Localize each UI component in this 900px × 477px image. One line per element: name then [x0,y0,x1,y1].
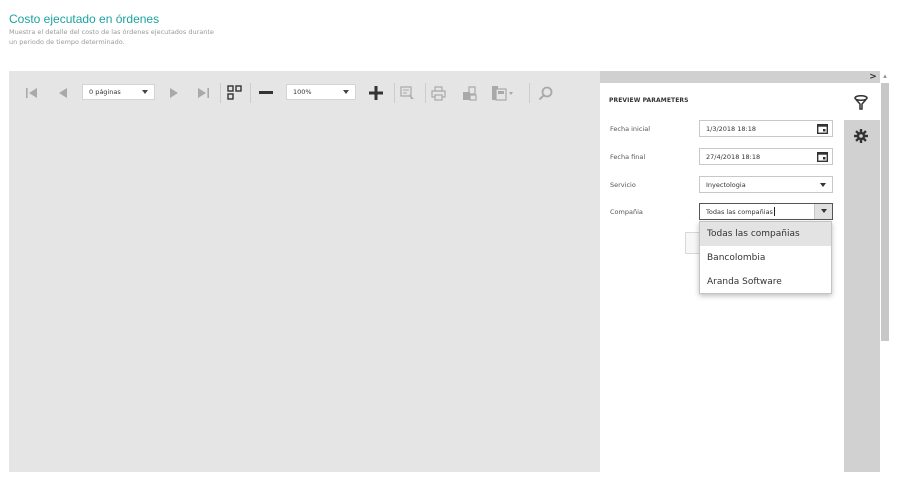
page-select-value: 0 páginas [89,88,121,96]
fecha-inicial-field[interactable]: 1/3/2018 18:18 [699,120,833,137]
print-icon[interactable] [429,84,447,102]
sidebar-gray-area [844,120,880,472]
report-header: Costo ejecutado en órdenes Muestra el de… [9,12,224,47]
fecha-final-value: 27/4/2018 18:18 [706,152,761,161]
viewer-toolbar: 0 páginas 100% [9,71,600,115]
compania-select[interactable]: Todas las compañias [699,203,833,220]
zoom-select[interactable]: 100% [286,84,356,100]
param-label-fecha-final: Fecha final [610,153,646,161]
highlight-icon[interactable] [398,84,416,102]
print-page-icon[interactable] [460,84,478,102]
toolbar-divider [220,83,221,103]
dropdown-option[interactable]: Todas las compañias [700,222,831,246]
toolbar-divider [394,83,395,103]
previous-page-icon[interactable] [54,85,70,101]
filter-icon[interactable] [852,93,870,111]
page-title: Costo ejecutado en órdenes [9,12,160,26]
fecha-final-field[interactable]: 27/4/2018 18:18 [699,148,833,165]
report-page: Costo ejecutado en órdenes Muestra el de… [0,0,900,477]
servicio-value: Inyectologia [706,180,746,189]
export-icon[interactable] [490,83,516,103]
multipage-icon[interactable] [225,83,243,101]
calendar-icon[interactable] [816,151,829,164]
page-select[interactable]: 0 páginas [82,84,155,100]
dropdown-toggle-button[interactable] [814,204,832,219]
parameters-heading: PREVIEW PARAMETERS [609,97,689,104]
toolbar-divider [529,83,530,103]
scrollbar-thumb[interactable] [881,83,889,341]
panel-header-bar [600,71,880,83]
param-label-compania: Compañia [610,208,643,216]
compania-value: Todas las compañias [706,207,773,216]
calendar-icon[interactable] [816,123,829,136]
last-page-icon[interactable] [195,85,211,101]
zoom-in-icon[interactable] [367,84,385,102]
next-page-icon[interactable] [166,85,182,101]
param-label-fecha-inicial: Fecha inicial [610,125,651,133]
chevron-down-icon [820,183,826,187]
chevron-down-icon [142,90,148,94]
chevron-down-icon [821,209,827,213]
page-subtitle: Muestra el detalle del costo de las órde… [9,28,214,46]
search-icon[interactable] [536,84,554,102]
document-viewer: 0 páginas 100% [9,71,600,472]
param-label-servicio: Servicio [610,181,636,189]
text-caret [773,207,775,216]
zoom-select-value: 100% [293,88,312,96]
toolbar-divider [250,83,251,103]
zoom-out-icon[interactable] [257,85,275,101]
dropdown-option[interactable]: Bancolombia [700,246,831,270]
toolbar-divider [425,83,426,103]
collapse-panel-button[interactable]: > [866,71,880,83]
scroll-up-arrow-icon[interactable]: ▴ [880,71,890,81]
servicio-select[interactable]: Inyectologia [699,176,833,193]
first-page-icon[interactable] [24,85,40,101]
compania-dropdown-list: Todas las compañias Bancolombia Aranda S… [699,221,832,294]
gear-icon[interactable] [852,127,870,145]
fecha-inicial-value: 1/3/2018 18:18 [706,124,756,133]
chevron-down-icon [343,90,349,94]
dropdown-option[interactable]: Aranda Software [700,270,831,294]
